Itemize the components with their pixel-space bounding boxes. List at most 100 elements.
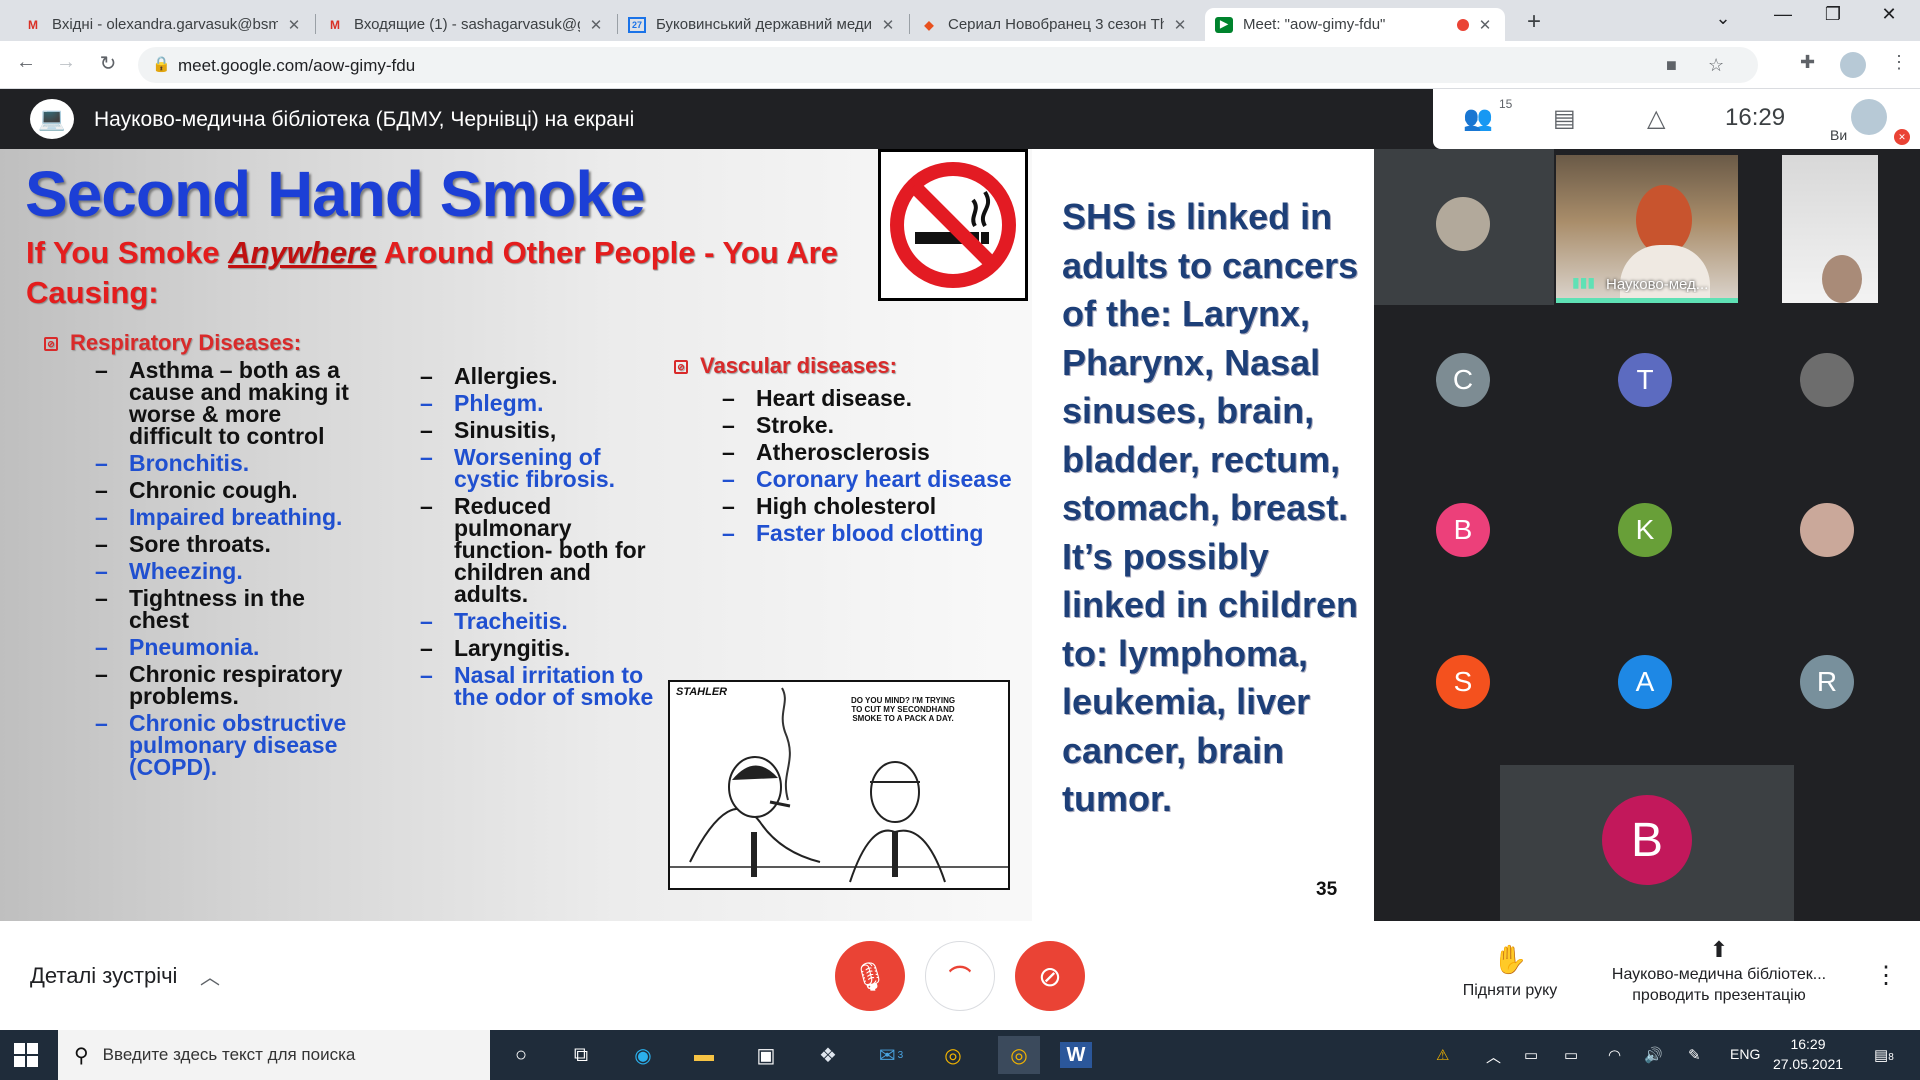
self-avatar[interactable] (1851, 99, 1887, 135)
camera-off-icon: ⊘ (1038, 960, 1062, 992)
subtitle-emphasis: Anywhere (228, 235, 377, 270)
participant-tile[interactable]: A (1556, 607, 1736, 751)
new-tab-button[interactable]: + (1520, 8, 1548, 36)
participant-video-tile[interactable] (1782, 155, 1878, 303)
slide-list-item: Tracheitis. (420, 610, 670, 633)
task-view-icon[interactable]: ⧉ (565, 1042, 597, 1068)
presenting-line1: Науково-медична бібліотек... (1611, 966, 1827, 983)
chat-icon[interactable]: ▤ (1553, 104, 1576, 133)
bookmark-star-icon[interactable]: ☆ (1708, 55, 1724, 76)
tab-gmail-2[interactable]: M Входящие (1) - sashagarvasuk@g ✕ (316, 8, 616, 41)
cartoon-signature: STAHLER (676, 686, 728, 698)
participant-video-tile[interactable]: ▮▮▮ Науково-мед... (1556, 155, 1738, 303)
url-text[interactable]: meet.google.com/aow-gimy-fdu (178, 56, 415, 76)
calendar-icon: 27 (628, 16, 646, 33)
participant-tile[interactable]: B (1374, 455, 1554, 599)
tab-video-site[interactable]: ◆ Сериал Новобранец 3 сезон Th ✕ (910, 8, 1200, 41)
forward-button[interactable]: → (52, 51, 80, 74)
meet-header: 💻 Науково-медична бібліотека (БДМУ, Черн… (0, 89, 1920, 149)
participant-tile[interactable]: C (1374, 305, 1554, 449)
cortana-icon[interactable]: ○ (505, 1042, 537, 1068)
taskbar-search[interactable]: ⚲ Введите здесь текст для поиска (58, 1030, 490, 1080)
slide-list-item: Reduced pulmonary function- both for chi… (420, 495, 670, 606)
tab-title: Сериал Новобранец 3 сезон Th (948, 16, 1164, 33)
meet-now-icon[interactable]: ▭ (1524, 1046, 1538, 1064)
show-hidden-icons[interactable]: ︿ (1486, 1046, 1501, 1067)
back-button[interactable]: ← (12, 51, 40, 74)
language-indicator[interactable]: ENG (1730, 1046, 1760, 1062)
activities-icon[interactable]: △ (1647, 104, 1665, 133)
close-tab-icon[interactable]: ✕ (878, 16, 898, 34)
dropbox-icon[interactable]: ❖ (812, 1042, 844, 1068)
close-window-button[interactable]: ✕ (1866, 4, 1912, 25)
participant-photo (1800, 503, 1854, 557)
windows-start-icon[interactable] (14, 1043, 38, 1067)
microphone-off-button[interactable]: 🎙 (835, 941, 905, 1011)
address-bar: ← → ↻ 🔒 meet.google.com/aow-gimy-fdu ☆ ■… (0, 41, 1920, 89)
tab-gmail-1[interactable]: M Вхідні - olexandra.garvasuk@bsm ✕ (14, 8, 314, 41)
network-icon[interactable]: ◠ (1608, 1046, 1621, 1064)
pen-icon[interactable]: ✎ (1688, 1046, 1701, 1064)
present-screen-icon: ⬆ (1709, 937, 1729, 962)
misc-list: Allergies. Phlegm. Sinusitis, Worsening of … (420, 365, 670, 713)
raise-hand-button[interactable]: ✋ Підняти руку (1448, 943, 1572, 1000)
participant-tile[interactable] (1738, 305, 1918, 449)
close-tab-icon[interactable]: ✕ (1475, 16, 1495, 34)
participant-tile[interactable]: R (1738, 607, 1918, 751)
notification-warning-icon[interactable]: ⚠ (1436, 1046, 1449, 1064)
respiratory-list: Asthma – both as a cause and making it w… (95, 359, 357, 783)
close-tab-icon[interactable]: ✕ (1170, 16, 1190, 34)
word-icon[interactable]: W (1060, 1042, 1092, 1068)
menu-icon[interactable]: ⋮ (1890, 52, 1908, 73)
participant-count: 15 (1499, 97, 1513, 111)
participant-avatar: S (1436, 655, 1490, 709)
taskbar-clock[interactable]: 16:29 27.05.2021 (1768, 1034, 1848, 1074)
participant-tile[interactable]: T (1556, 305, 1736, 449)
battery-icon[interactable]: ▭ (1564, 1046, 1578, 1064)
edge-icon[interactable]: ◉ (627, 1042, 659, 1068)
extensions-icon[interactable]: ✚ (1800, 52, 1815, 73)
chrome-active-icon[interactable]: ◎ (998, 1036, 1040, 1074)
store-icon[interactable]: ▣ (750, 1042, 782, 1068)
minimize-button[interactable]: — (1760, 4, 1806, 25)
slide-list-item: Phlegm. (420, 392, 670, 415)
participant-photo (1800, 353, 1854, 407)
tab-meet[interactable]: ▶ Meet: "aow-gimy-fdu" ✕ (1205, 8, 1505, 41)
volume-icon[interactable]: 🔊 (1644, 1046, 1663, 1064)
participant-tile[interactable]: S (1374, 607, 1554, 751)
presenting-status[interactable]: ⬆ Науково-медична бібліотек... проводить… (1596, 939, 1842, 1006)
profile-avatar[interactable] (1840, 52, 1866, 78)
no-smoking-icon (878, 149, 1028, 301)
chevron-up-icon[interactable]: ︿ (200, 961, 220, 990)
file-explorer-icon[interactable]: ▬ (688, 1042, 720, 1068)
participant-tile[interactable] (1374, 149, 1554, 305)
participant-tile[interactable]: K (1556, 455, 1736, 599)
slide-list-item: Coronary heart disease (722, 468, 1012, 491)
close-tab-icon[interactable]: ✕ (284, 16, 304, 34)
camera-icon[interactable]: ■ (1666, 55, 1677, 76)
vascular-list: Heart disease. Stroke. Atherosclerosis Coro… (722, 387, 1012, 549)
slide-list-item: Chronic cough. (95, 479, 357, 502)
people-icon[interactable]: 👥 (1463, 104, 1493, 133)
cartoon-speech: DO YOU MIND? I'M TRYING TO CUT MY SECOND… (850, 696, 956, 723)
close-tab-icon[interactable]: ✕ (586, 16, 606, 34)
maximize-button[interactable]: ❐ (1810, 4, 1856, 25)
mail-icon[interactable]: ✉ 3 (875, 1042, 907, 1068)
tab-calendar[interactable]: 27 Буковинський державний меди ✕ (618, 8, 908, 41)
bullet-icon: ⊘ (674, 360, 688, 375)
cartoon-illustration: DO YOU MIND? I'M TRYING TO CUT MY SECOND… (668, 680, 1010, 890)
chrome-icon[interactable]: ◎ (937, 1042, 969, 1068)
participant-tile[interactable] (1738, 455, 1918, 599)
more-options-icon[interactable]: ⋮ (1874, 961, 1898, 990)
action-center-icon[interactable]: ▤8 (1874, 1046, 1894, 1064)
meeting-details-button[interactable]: Деталі зустрічі (30, 963, 177, 989)
camera-off-button[interactable]: ⊘ (1015, 941, 1085, 1011)
slide-list-item: Nasal irritation to the odor of smoke (420, 664, 670, 709)
tab-search-button[interactable]: ⌄ (1700, 8, 1746, 29)
participant-tile-large[interactable]: B (1500, 765, 1794, 921)
leave-call-button[interactable]: ⌒ (925, 941, 995, 1011)
omnibox[interactable]: 🔒 meet.google.com/aow-gimy-fdu ☆ ■ (138, 47, 1758, 83)
reload-button[interactable]: ↻ (94, 51, 122, 76)
notification-badge: 8 (1888, 1052, 1894, 1063)
hand-icon: ✋ (1492, 944, 1528, 975)
